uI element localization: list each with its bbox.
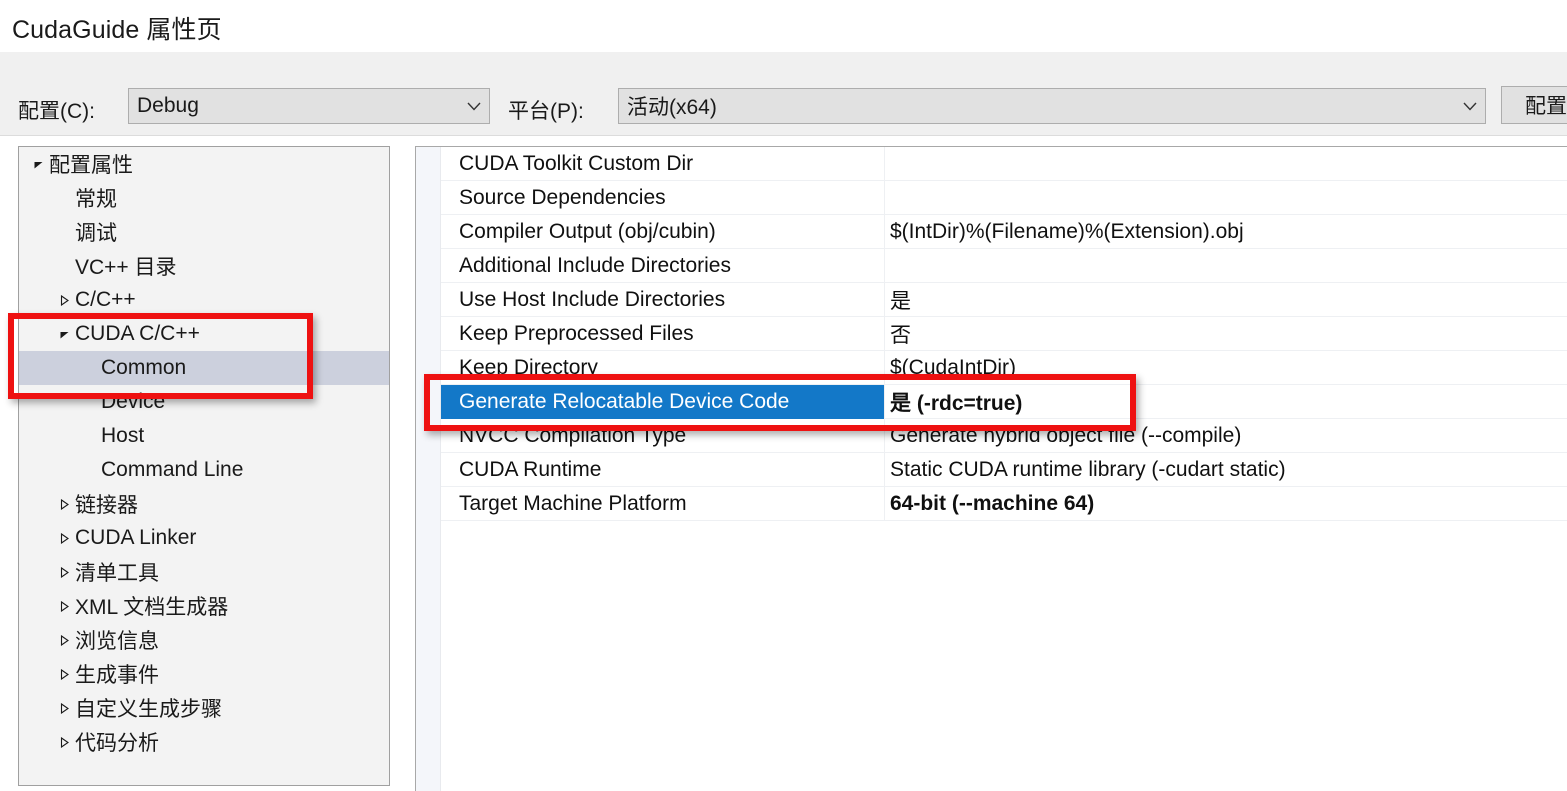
triangle-down-icon[interactable] — [27, 159, 49, 170]
property-name[interactable]: Source Dependencies — [441, 180, 885, 215]
property-value[interactable]: 否 — [885, 317, 1567, 351]
property-name[interactable]: CUDA Runtime — [441, 452, 885, 487]
configuration-tree[interactable]: 配置属性常规调试 VC++ 目录 C/C++ CUDA C/C++ Common Devi… — [18, 146, 390, 786]
property-row[interactable]: Keep Directory $(CudaIntDir) — [441, 350, 1567, 385]
platform-label: 平台(P): — [508, 100, 584, 123]
property-name[interactable]: NVCC Compilation Type — [441, 418, 885, 453]
tree-item-label: Device — [101, 390, 166, 413]
tree-item-vc++-[interactable]: VC++ 目录 — [19, 249, 389, 283]
tree-item-common[interactable]: Common — [19, 351, 389, 385]
tree-item-label: CUDA C/C++ — [75, 322, 200, 345]
property-row[interactable]: Generate Relocatable Device Code 是 (-rdc=… — [441, 384, 1567, 419]
tree-item--[interactable]: 清单工具 — [19, 555, 389, 589]
property-value[interactable] — [885, 181, 1567, 215]
property-row[interactable]: Target Machine Platform 64-bit (--machine… — [441, 486, 1567, 521]
triangle-right-icon[interactable] — [53, 566, 75, 578]
triangle-right-icon[interactable] — [53, 532, 75, 544]
tree-item-cuda-linker[interactable]: CUDA Linker — [19, 521, 389, 555]
property-value[interactable]: 64-bit (--machine 64) — [885, 487, 1567, 521]
tree-item--[interactable]: 浏览信息 — [19, 623, 389, 657]
chevron-down-icon — [459, 102, 489, 111]
property-row[interactable]: CUDA Runtime Static CUDA runtime library … — [441, 452, 1567, 487]
tree-item--[interactable]: 自定义生成步骤 — [19, 691, 389, 725]
property-pages-dialog: CudaGuide 属性页 配置(C): Debug 平台(P): 活动(x64… — [0, 0, 1567, 791]
tree-item--[interactable]: 链接器 — [19, 487, 389, 521]
tree-item-label: 链接器 — [75, 494, 138, 517]
triangle-right-icon[interactable] — [53, 498, 75, 510]
tree-item-label: VC++ 目录 — [75, 256, 177, 279]
property-row[interactable]: Compiler Output (obj/cubin) $(IntDir)%(Fi… — [441, 214, 1567, 249]
triangle-right-icon[interactable] — [53, 668, 75, 680]
tree-item-label: 调试 — [75, 222, 117, 245]
property-name[interactable]: Additional Include Directories — [441, 248, 885, 283]
configuration-combobox[interactable]: Debug — [128, 88, 490, 124]
property-name[interactable]: Keep Preprocessed Files — [441, 316, 885, 351]
property-value[interactable]: 是 — [885, 283, 1567, 317]
tree-item-command-line[interactable]: Command Line — [19, 453, 389, 487]
tree-item-label: 生成事件 — [75, 664, 159, 687]
property-name[interactable]: Use Host Include Directories — [441, 282, 885, 317]
chevron-down-icon — [1455, 102, 1485, 111]
tree-item--[interactable]: 调试 — [19, 215, 389, 249]
tree-item-label: C/C++ — [75, 288, 136, 311]
tree-item-label: Common — [101, 356, 187, 379]
property-row[interactable]: Keep Preprocessed Files 否 — [441, 316, 1567, 351]
title-bar: CudaGuide 属性页 — [0, 0, 1567, 52]
property-value[interactable] — [885, 249, 1567, 283]
tree-item-label: 常规 — [75, 188, 117, 211]
property-value[interactable] — [885, 147, 1567, 181]
tree-item-label: XML 文档生成器 — [75, 596, 229, 619]
tree-item-label: Host — [101, 424, 145, 447]
tree-item-xml-[interactable]: XML 文档生成器 — [19, 589, 389, 623]
triangle-right-icon[interactable] — [53, 634, 75, 646]
property-value[interactable]: $(CudaIntDir) — [885, 351, 1567, 385]
property-row[interactable]: Additional Include Directories — [441, 248, 1567, 283]
property-name[interactable]: Keep Directory — [441, 350, 885, 385]
configuration-value: Debug — [137, 94, 199, 117]
triangle-right-icon[interactable] — [53, 736, 75, 748]
tree-item-cuda-c/c++[interactable]: CUDA C/C++ — [19, 317, 389, 351]
tree-item-device[interactable]: Device — [19, 385, 389, 419]
tree-item--[interactable]: 常规 — [19, 181, 389, 215]
property-row[interactable]: Source Dependencies — [441, 180, 1567, 215]
grid-gutter — [416, 147, 441, 791]
property-row[interactable]: Use Host Include Directories 是 — [441, 282, 1567, 317]
property-grid[interactable]: CUDA Toolkit Custom Dir Source Dependenci… — [415, 146, 1567, 791]
configuration-manager-button[interactable]: 配置 — [1501, 86, 1567, 124]
property-row[interactable]: CUDA Toolkit Custom Dir — [441, 147, 1567, 181]
triangle-right-icon[interactable] — [53, 702, 75, 714]
tree-item--[interactable]: 配置属性 — [19, 147, 389, 181]
triangle-down-icon[interactable] — [53, 329, 75, 340]
property-name[interactable]: Generate Relocatable Device Code — [441, 384, 885, 419]
triangle-right-icon[interactable] — [53, 600, 75, 612]
tree-item--[interactable]: 代码分析 — [19, 725, 389, 759]
triangle-right-icon[interactable] — [53, 294, 75, 306]
configuration-label: 配置(C): — [18, 100, 95, 123]
tree-item--[interactable]: 生成事件 — [19, 657, 389, 691]
tree-item-c/c++[interactable]: C/C++ — [19, 283, 389, 317]
platform-value: 活动(x64) — [627, 96, 717, 119]
tree-item-label: 自定义生成步骤 — [75, 698, 222, 721]
tree-item-host[interactable]: Host — [19, 419, 389, 453]
tree-item-label: 代码分析 — [75, 732, 159, 755]
property-name[interactable]: Compiler Output (obj/cubin) — [441, 214, 885, 249]
property-value[interactable]: 是 (-rdc=true) — [885, 385, 1567, 419]
platform-combobox[interactable]: 活动(x64) — [618, 88, 1486, 124]
page-title: CudaGuide 属性页 — [12, 16, 222, 44]
property-value[interactable]: Static CUDA runtime library (-cudart sta… — [885, 453, 1567, 487]
property-name[interactable]: Target Machine Platform — [441, 486, 885, 521]
tree-item-label: 配置属性 — [49, 154, 133, 177]
property-row[interactable]: NVCC Compilation Type Generate hybrid obj… — [441, 418, 1567, 453]
property-name[interactable]: CUDA Toolkit Custom Dir — [441, 147, 885, 181]
tree-item-label: 清单工具 — [75, 562, 159, 585]
tree-item-label: CUDA Linker — [75, 526, 197, 549]
tree-item-label: Command Line — [101, 458, 244, 481]
property-value[interactable]: Generate hybrid object file (--compile) — [885, 419, 1567, 453]
property-value[interactable]: $(IntDir)%(Filename)%(Extension).obj — [885, 215, 1567, 249]
tree-item-label: 浏览信息 — [75, 630, 159, 653]
